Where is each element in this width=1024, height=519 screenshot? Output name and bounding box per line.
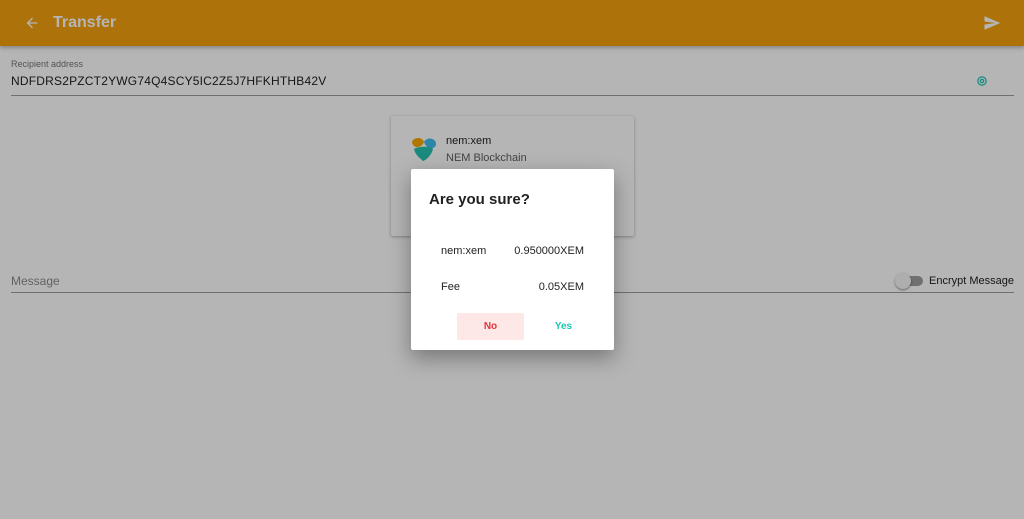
dialog-title: Are you sure? — [429, 191, 530, 208]
fee-value: 0.05XEM — [538, 281, 584, 293]
no-button[interactable]: No — [457, 313, 524, 340]
yes-button[interactable]: Yes — [530, 313, 597, 340]
amount-row: nem:xem 0.950000XEM — [441, 244, 584, 258]
amount-value: 0.950000XEM — [514, 245, 584, 257]
amount-label: nem:xem — [441, 245, 487, 257]
fee-row: Fee 0.05XEM — [441, 280, 584, 294]
confirm-dialog: Are you sure? nem:xem 0.950000XEM Fee 0.… — [411, 169, 614, 350]
fee-label: Fee — [441, 281, 460, 293]
